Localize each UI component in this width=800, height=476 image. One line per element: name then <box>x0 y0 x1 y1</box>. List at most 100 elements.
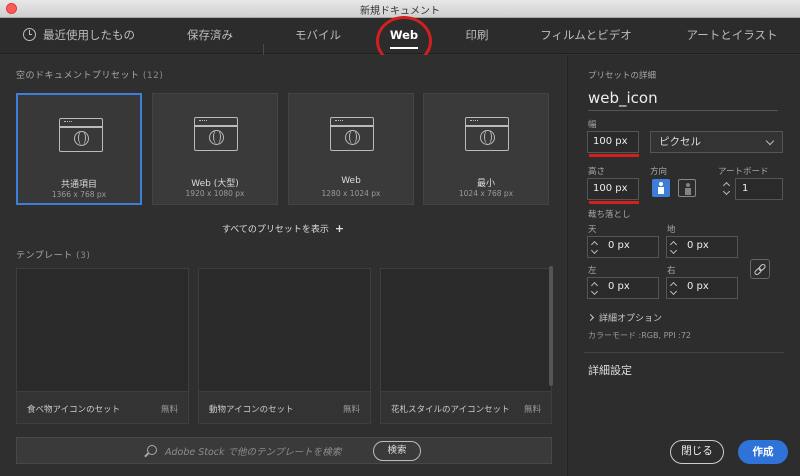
height-field[interactable]: 100 px <box>587 178 639 200</box>
template-card[interactable]: 花札スタイルのアイコンセット 無料 <box>380 268 552 424</box>
width-field[interactable]: 100 px <box>587 131 639 153</box>
template-card[interactable]: 食べ物アイコンのセット 無料 <box>16 268 189 424</box>
template-name: 花札スタイルのアイコンセット <box>391 405 510 415</box>
bleed-top-value: 0 px <box>608 240 630 251</box>
bleed-right-stepper[interactable] <box>669 279 679 299</box>
preset-card[interactable]: Web 1280 x 1024 px <box>288 93 414 205</box>
artboard-label: アートボード <box>718 167 769 177</box>
tab-mobile-label: モバイル <box>295 28 341 42</box>
close-button[interactable]: 閉じる <box>670 440 724 464</box>
bleed-bottom-label: 地 <box>667 225 676 235</box>
template-footer: 動物アイコンのセット 無料 <box>199 391 370 423</box>
bleed-bottom-stepper[interactable] <box>669 238 679 258</box>
template-name: 動物アイコンのセット <box>209 405 294 415</box>
tab-print-label: 印刷 <box>465 28 489 42</box>
details-title: プリセットの詳細 <box>588 71 657 81</box>
templates-scrollbar[interactable] <box>549 266 553 386</box>
bleed-left-label: 左 <box>588 266 597 276</box>
tab-mobile[interactable]: モバイル <box>280 18 356 54</box>
plus-icon: + <box>334 222 345 235</box>
preset-card[interactable]: 共通項目 1366 x 768 px <box>16 93 142 205</box>
tab-saved-label: 保存済み <box>187 28 233 42</box>
stock-search-input[interactable]: Adobe Stock で他のテンプレートを検索 <box>165 444 341 458</box>
document-name-input[interactable]: web_icon <box>588 89 658 107</box>
landscape-orientation-button[interactable] <box>678 179 696 197</box>
search-icon <box>147 445 157 455</box>
window-title: 新規ドキュメント <box>360 6 440 17</box>
advanced-options-toggle[interactable]: 詳細オプション <box>586 311 663 324</box>
presets-section-title: 空のドキュメントプリセット (12) <box>16 68 163 81</box>
preset-details-panel: プリセットの詳細 web_icon 幅 100 px ピクセル 高さ 方向 アー… <box>567 55 800 476</box>
tab-art-illustration[interactable]: アートとイラスト <box>672 18 792 54</box>
template-price: 無料 <box>342 405 360 415</box>
bleed-right-value: 0 px <box>687 281 709 292</box>
preset-name: Web <box>341 176 361 186</box>
width-label: 幅 <box>588 120 597 130</box>
unit-dropdown[interactable]: ピクセル <box>650 131 783 153</box>
chevron-down-icon <box>765 136 775 146</box>
height-label: 高さ <box>588 167 606 177</box>
web-document-icon <box>194 117 238 151</box>
create-button[interactable]: 作成 <box>738 440 788 464</box>
presets-count: (12) <box>142 71 164 81</box>
bleed-top-label: 天 <box>588 225 597 235</box>
link-bleed-button[interactable] <box>750 259 770 279</box>
annotation-underline <box>589 154 639 157</box>
bleed-bottom-field[interactable]: 0 px <box>666 236 738 258</box>
presets-section-label: 空のドキュメントプリセット <box>16 71 140 81</box>
template-name: 食べ物アイコンのセット <box>27 405 121 415</box>
bleed-left-field[interactable]: 0 px <box>587 277 659 299</box>
portrait-orientation-button[interactable] <box>652 179 670 197</box>
orientation-label: 方向 <box>650 167 668 177</box>
preset-dims: 1280 x 1024 px <box>321 189 381 198</box>
template-footer: 食べ物アイコンのセット 無料 <box>17 391 188 423</box>
bleed-left-value: 0 px <box>608 281 630 292</box>
show-all-presets-link[interactable]: すべてのプリセットを表示 + <box>0 222 566 235</box>
bleed-right-label: 右 <box>667 266 676 276</box>
preset-dims: 1366 x 768 px <box>51 190 107 199</box>
template-footer: 花札スタイルのアイコンセット 無料 <box>381 391 551 423</box>
templates-section-title: テンプレート (3) <box>16 248 90 261</box>
preset-dims: 1920 x 1080 px <box>185 189 245 198</box>
bleed-left-stepper[interactable] <box>590 279 600 299</box>
web-document-icon <box>330 117 374 151</box>
preset-card[interactable]: Web (大型) 1920 x 1080 px <box>152 93 278 205</box>
preset-name: 最小 <box>476 179 495 189</box>
bleed-label: 裁ち落とし <box>588 210 631 220</box>
new-document-dialog: 新規ドキュメント 最近使用したもの 保存済み モバイル Web 印刷 フィルムと… <box>0 0 800 476</box>
bleed-right-field[interactable]: 0 px <box>666 277 738 299</box>
template-price: 無料 <box>523 405 541 415</box>
tab-recent-label: 最近使用したもの <box>43 28 135 42</box>
color-mode-info: カラーモード :RGB, PPI :72 <box>588 331 691 340</box>
portrait-icon <box>657 182 665 194</box>
template-card[interactable]: 動物アイコンのセット 無料 <box>198 268 371 424</box>
preset-name: Web (大型) <box>191 179 239 189</box>
tab-recent[interactable]: 最近使用したもの <box>14 18 144 54</box>
chevron-right-icon <box>586 313 595 322</box>
more-settings-link[interactable]: 詳細設定 <box>588 362 632 378</box>
stock-search-button[interactable]: 検索 <box>373 441 421 461</box>
annotation-underline <box>589 201 639 204</box>
templates-count: (3) <box>76 251 91 261</box>
stock-search-bar: Adobe Stock で他のテンプレートを検索 検索 <box>16 437 552 464</box>
web-document-icon <box>59 118 103 152</box>
tab-film-video[interactable]: フィルムとビデオ <box>526 18 646 54</box>
name-underline <box>588 110 778 111</box>
artboard-stepper[interactable] <box>722 179 732 199</box>
divider <box>584 352 784 353</box>
show-all-label: すべてのプリセットを表示 <box>221 225 329 235</box>
advanced-options-label: 詳細オプション <box>599 314 663 324</box>
template-price: 無料 <box>160 405 178 415</box>
templates-section-label: テンプレート <box>16 251 73 261</box>
bleed-top-stepper[interactable] <box>590 238 600 258</box>
tab-print[interactable]: 印刷 <box>452 18 502 54</box>
bleed-bottom-value: 0 px <box>687 240 709 251</box>
bleed-top-field[interactable]: 0 px <box>587 236 659 258</box>
preset-card[interactable]: 最小 1024 x 768 px <box>423 93 549 205</box>
web-document-icon <box>465 117 509 151</box>
tab-art-illustration-label: アートとイラスト <box>686 28 778 42</box>
preset-dims: 1024 x 768 px <box>458 189 514 198</box>
tab-saved[interactable]: 保存済み <box>170 18 250 54</box>
artboard-count-field[interactable]: 1 <box>735 178 783 200</box>
tab-film-video-label: フィルムとビデオ <box>540 28 632 42</box>
